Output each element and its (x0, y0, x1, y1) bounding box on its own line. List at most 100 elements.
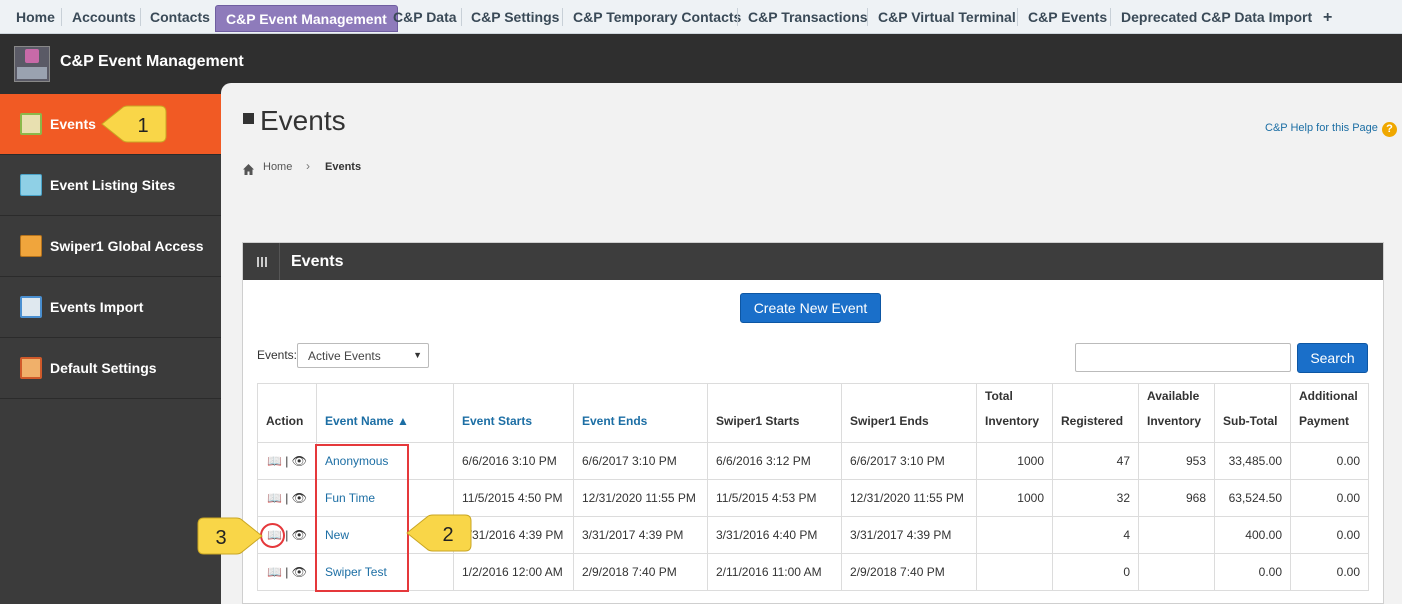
tab-accounts[interactable]: Accounts (62, 4, 146, 31)
sidebar: Events Event Listing Sites Swiper1 Globa… (0, 94, 221, 604)
col-additional-payment: Additional Payment (1290, 383, 1369, 443)
cell-sub-total: 0.00 (1214, 553, 1291, 591)
col-additional-payment-line1: Additional (1299, 389, 1358, 403)
row-actions: 📖 | 👁 (257, 553, 317, 591)
eye-icon[interactable]: 👁 (292, 565, 307, 579)
col-available-inventory-line1: Available (1147, 389, 1200, 403)
col-swiper1-starts: Swiper1 Starts (707, 383, 842, 443)
col-total-inventory: Total Inventory (976, 383, 1053, 443)
col-registered: Registered (1052, 383, 1139, 443)
table-row: 📖 | 👁 Swiper Test 1/2/2016 12:00 AM 2/9/… (257, 553, 1369, 591)
add-tab-plus-icon[interactable]: + (1313, 4, 1342, 31)
top-tab-bar: Home Accounts Contacts C&P Event Managem… (0, 0, 1402, 34)
cell-registered: 47 (1052, 442, 1139, 480)
home-icon[interactable] (242, 163, 255, 176)
sidebar-item-default-settings[interactable]: Default Settings (0, 338, 221, 399)
table-row: 📖 | 👁 Anonymous 6/6/2016 3:10 PM 6/6/201… (257, 442, 1369, 480)
events-filter-value: Active Events (308, 349, 381, 363)
page-title: Events (260, 105, 346, 136)
action-separator: | (285, 454, 289, 468)
panel-header: Events (243, 243, 1383, 280)
search-input[interactable] (1075, 343, 1291, 372)
calendar-icon (20, 113, 42, 135)
list-document-icon (20, 174, 42, 196)
col-available-inventory: Available Inventory (1138, 383, 1215, 443)
create-new-event-button[interactable]: Create New Event (740, 293, 881, 323)
col-additional-payment-line2: Payment (1299, 414, 1350, 428)
calendar-settings-icon (20, 357, 42, 379)
cell-registered: 0 (1052, 553, 1139, 591)
sidebar-item-label: Events (50, 116, 96, 132)
cell-event-ends: 6/6/2017 3:10 PM (573, 442, 708, 480)
col-available-inventory-line2: Inventory (1147, 414, 1202, 428)
tab-deprecated-cp-data-import[interactable]: Deprecated C&P Data Import (1111, 4, 1322, 31)
col-total-inventory-line2: Inventory (985, 414, 1040, 428)
tab-cp-event-management[interactable]: C&P Event Management (215, 5, 398, 32)
cell-event-starts: 6/6/2016 3:10 PM (453, 442, 574, 480)
tab-cp-transactions[interactable]: C&P Transactions (738, 4, 878, 31)
action-separator: | (285, 528, 289, 542)
cell-available-inventory: 953 (1138, 442, 1215, 480)
cell-event-ends: 12/31/2020 11:55 PM (573, 479, 708, 517)
cell-swiper1-starts: 11/5/2015 4:53 PM (707, 479, 842, 517)
book-icon[interactable]: 📖 (267, 565, 282, 579)
sidebar-item-swiper1-global-access[interactable]: Swiper1 Global Access (0, 216, 221, 277)
sidebar-item-label: Event Listing Sites (50, 177, 176, 193)
app-title: C&P Event Management (60, 53, 244, 70)
breadcrumb-current: Events (325, 161, 362, 173)
sidebar-item-label: Default Settings (50, 360, 157, 376)
col-sub-total: Sub-Total (1214, 383, 1291, 443)
tab-cp-data[interactable]: C&P Data (383, 4, 467, 31)
cell-available-inventory (1138, 516, 1215, 554)
sidebar-item-label: Swiper1 Global Access (50, 238, 204, 254)
events-filter-select[interactable]: Active Events ▼ (297, 343, 429, 368)
help-link[interactable]: C&P Help for this Page (1265, 122, 1378, 134)
search-button[interactable]: Search (1297, 343, 1368, 373)
callout-3: 3 (197, 517, 263, 555)
help-icon[interactable]: ? (1382, 122, 1397, 137)
tab-cp-virtual-terminal[interactable]: C&P Virtual Terminal (868, 4, 1026, 31)
sidebar-item-event-listing-sites[interactable]: Event Listing Sites (0, 155, 221, 216)
eye-icon[interactable]: 👁 (292, 491, 307, 505)
tab-cp-events[interactable]: C&P Events (1018, 4, 1117, 31)
events-filter-label: Events: (257, 348, 298, 362)
logo-crowd-shape (17, 67, 47, 79)
callout-3-label: 3 (215, 527, 226, 549)
panel-title: Events (291, 253, 344, 270)
col-event-ends[interactable]: Event Ends (573, 383, 708, 443)
cell-total-inventory: 1000 (976, 442, 1053, 480)
col-action: Action (257, 383, 317, 443)
col-event-name[interactable]: Event Name ▲ (316, 383, 454, 443)
cell-swiper1-ends: 3/31/2017 4:39 PM (841, 516, 977, 554)
row-actions: 📖 | 👁 (257, 479, 317, 517)
breadcrumb-home[interactable]: Home (263, 161, 292, 173)
cell-available-inventory: 968 (1138, 479, 1215, 517)
cell-available-inventory (1138, 553, 1215, 591)
cell-additional-payment: 0.00 (1290, 479, 1369, 517)
book-icon[interactable]: 📖 (267, 454, 282, 468)
tab-home[interactable]: Home (6, 4, 65, 31)
cell-event-ends: 3/31/2017 4:39 PM (573, 516, 708, 554)
tab-cp-temporary-contacts[interactable]: C&P Temporary Contacts (563, 4, 751, 31)
cell-swiper1-ends: 12/31/2020 11:55 PM (841, 479, 977, 517)
sidebar-item-events-import[interactable]: Events Import (0, 277, 221, 338)
table-header-row: Action Event Name ▲ Event Starts Event E… (257, 383, 1369, 443)
cell-swiper1-ends: 6/6/2017 3:10 PM (841, 442, 977, 480)
eye-icon[interactable]: 👁 (292, 454, 307, 468)
cell-registered: 4 (1052, 516, 1139, 554)
col-event-starts[interactable]: Event Starts (453, 383, 574, 443)
book-icon[interactable]: 📖 (267, 491, 282, 505)
eye-icon[interactable]: 👁 (292, 528, 307, 542)
callout-1: 1 (101, 105, 167, 143)
col-swiper1-ends: Swiper1 Ends (841, 383, 977, 443)
cell-additional-payment: 0.00 (1290, 516, 1369, 554)
breadcrumb-separator: › (306, 159, 310, 173)
callout-1-label: 1 (137, 115, 148, 137)
cell-swiper1-ends: 2/9/2018 7:40 PM (841, 553, 977, 591)
cell-registered: 32 (1052, 479, 1139, 517)
tab-contacts[interactable]: Contacts (140, 4, 220, 31)
tab-cp-settings[interactable]: C&P Settings (461, 4, 569, 31)
callout-2-label: 2 (442, 524, 453, 546)
cell-event-starts: 1/2/2016 12:00 AM (453, 553, 574, 591)
cell-sub-total: 33,485.00 (1214, 442, 1291, 480)
